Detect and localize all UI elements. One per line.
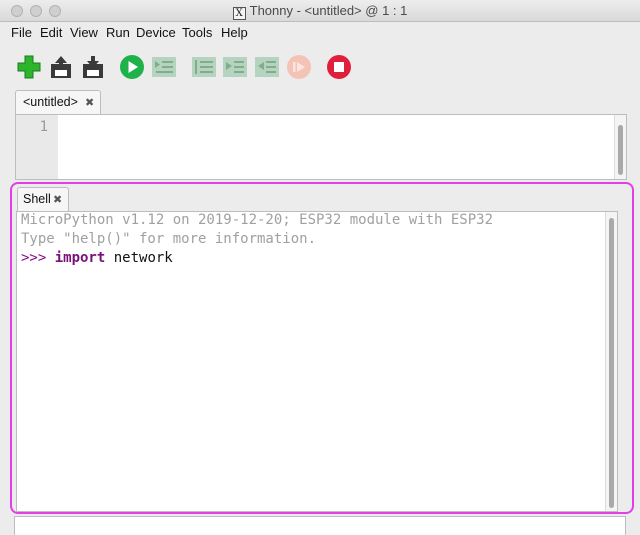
step-out-icon (255, 57, 279, 77)
step-over-icon (192, 57, 216, 77)
debug-icon (152, 57, 176, 77)
save-file-button[interactable] (80, 54, 106, 80)
shell-tab-label: Shell (23, 192, 51, 206)
editor-tab-label: <untitled> (23, 95, 78, 109)
shell-scrollbar[interactable] (605, 212, 617, 511)
menu-file[interactable]: File (11, 25, 32, 40)
window-title: Thonny - <untitled> @ 1 : 1 (249, 3, 408, 18)
run-button[interactable] (119, 54, 145, 80)
tab-shell[interactable]: Shell ✖ (17, 187, 69, 212)
shell-code: network (105, 250, 173, 266)
resume-button[interactable] (286, 54, 312, 80)
new-file-icon (17, 55, 41, 79)
debug-button[interactable] (151, 54, 177, 80)
menu-bar: File Edit View Run Device Tools Help (0, 22, 640, 44)
stop-icon (327, 55, 351, 79)
code-editor[interactable]: 1 (15, 114, 627, 180)
shell-banner-line: Type "help()" for more information. (21, 231, 317, 247)
shell-console[interactable]: MicroPython v1.12 on 2019-12-20; ESP32 m… (16, 211, 618, 512)
step-over-button[interactable] (191, 54, 217, 80)
line-number: 1 (39, 119, 48, 135)
save-file-icon (83, 56, 103, 78)
title-bar: X Thonny - <untitled> @ 1 : 1 (0, 0, 640, 22)
window-title-area: X Thonny - <untitled> @ 1 : 1 (0, 3, 640, 20)
menu-run[interactable]: Run (106, 25, 130, 40)
menu-help[interactable]: Help (221, 25, 248, 40)
toolbar (0, 44, 640, 88)
new-file-button[interactable] (16, 54, 42, 80)
editor-scrollbar[interactable] (614, 115, 626, 179)
bottom-panel-edge (14, 516, 626, 535)
editor-scrollbar-thumb[interactable] (618, 125, 623, 175)
shell-input-line: >>> import network (21, 250, 173, 266)
menu-view[interactable]: View (70, 25, 98, 40)
close-tab-icon[interactable]: ✖ (85, 96, 94, 109)
shell-banner-line: MicroPython v1.12 on 2019-12-20; ESP32 m… (21, 212, 494, 228)
step-into-button[interactable] (222, 54, 248, 80)
step-out-button[interactable] (254, 54, 280, 80)
editor-tab-untitled[interactable]: <untitled> ✖ (15, 90, 101, 114)
resume-icon (287, 55, 311, 79)
shell-keyword: import (54, 250, 106, 266)
shell-prompt: >>> (21, 250, 55, 266)
open-file-icon (51, 56, 71, 78)
stop-button[interactable] (326, 54, 352, 80)
shell-panel: Shell ✖ MicroPython v1.12 on 2019-12-20;… (10, 182, 634, 514)
open-file-button[interactable] (48, 54, 74, 80)
line-number-gutter: 1 (16, 115, 58, 179)
shell-scrollbar-thumb[interactable] (609, 218, 614, 508)
menu-edit[interactable]: Edit (40, 25, 62, 40)
step-into-icon (223, 57, 247, 77)
menu-tools[interactable]: Tools (182, 25, 212, 40)
x11-app-icon: X (232, 7, 246, 20)
run-icon (120, 55, 144, 79)
close-tab-icon[interactable]: ✖ (53, 193, 62, 206)
menu-device[interactable]: Device (136, 25, 176, 40)
